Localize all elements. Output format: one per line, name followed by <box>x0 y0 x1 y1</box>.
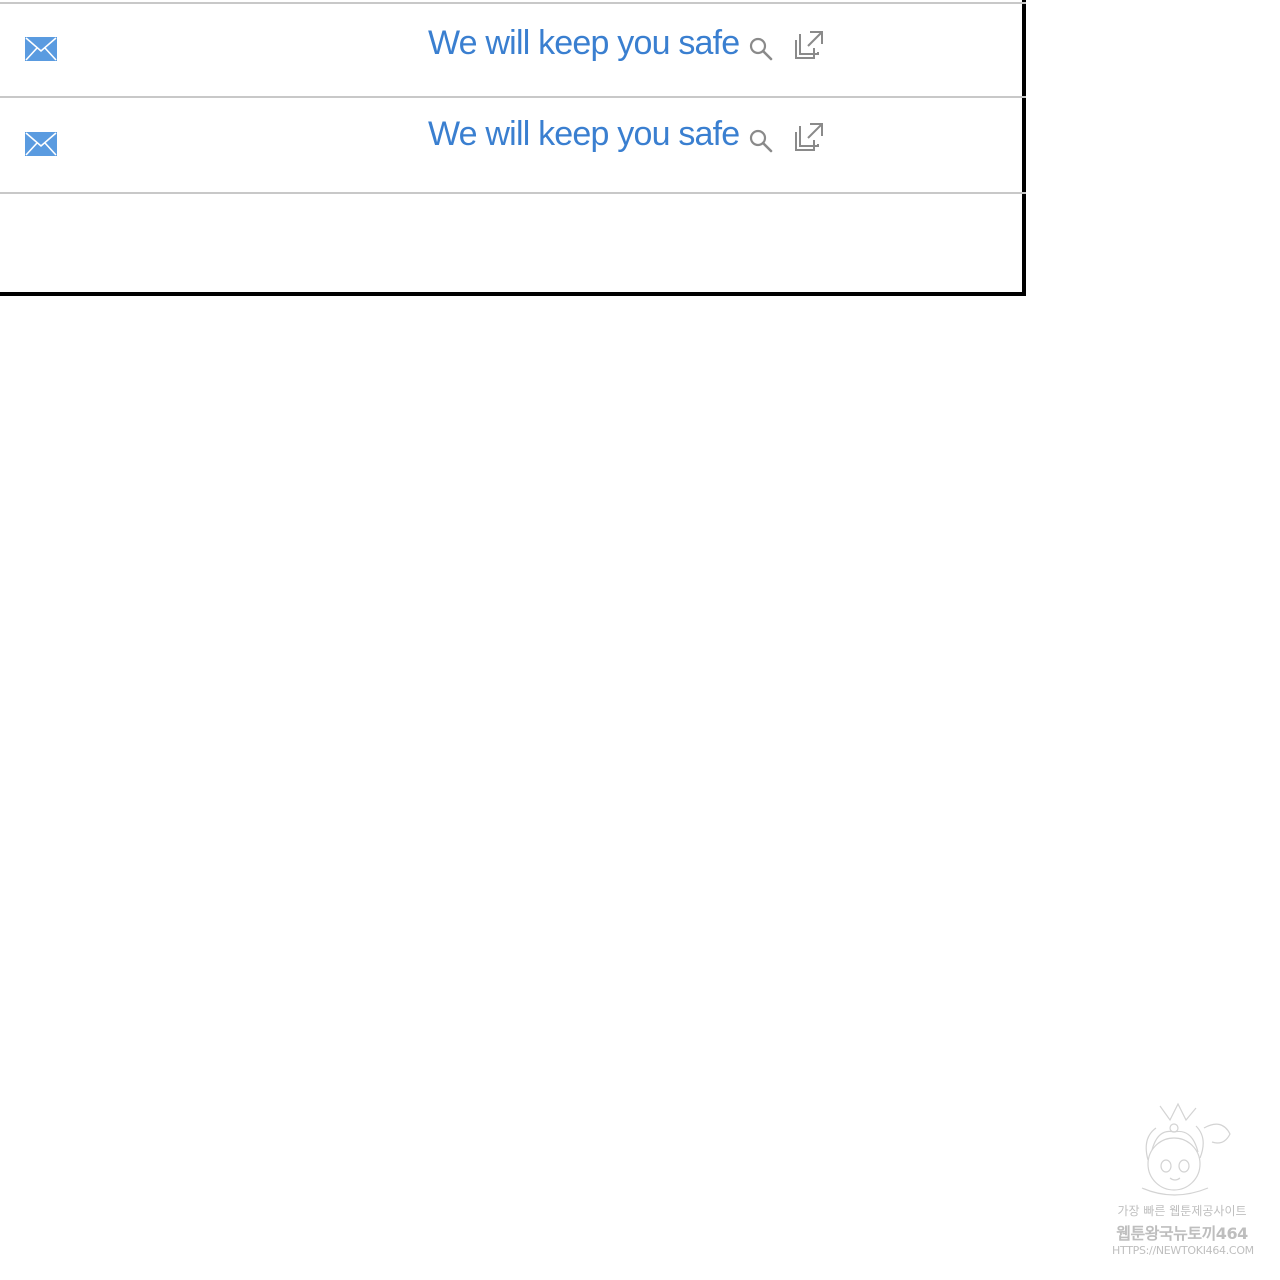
list-item[interactable]: We will keep you safe <box>0 98 1026 194</box>
watermark-line: 웹툰왕국뉴토끼464 <box>1116 1224 1248 1243</box>
watermark: 가장 빠른 웹툰제공사이트 웹툰왕국뉴토끼464 HTTPS://NEWTOKI… <box>1112 1098 1254 1264</box>
row-title-link[interactable]: We will keep you safe <box>428 115 740 154</box>
mail-icon <box>25 132 57 156</box>
message-list-panel: We will keep you safe We will keep you s… <box>0 0 1026 296</box>
mail-icon <box>25 37 57 61</box>
search-icon[interactable] <box>748 36 774 62</box>
row-title-link[interactable]: We will keep you safe <box>428 24 740 63</box>
list-item[interactable]: We will keep you safe <box>0 2 1026 98</box>
watermark-line: HTTPS://NEWTOKI464.COM <box>1112 1244 1254 1257</box>
watermark-line: 가장 빠른 웹툰제공사이트 <box>1117 1204 1247 1218</box>
watermark-mascot-icon <box>1141 1102 1231 1196</box>
open-external-icon[interactable] <box>792 122 824 152</box>
open-external-icon[interactable] <box>792 30 824 60</box>
search-icon[interactable] <box>748 128 774 154</box>
